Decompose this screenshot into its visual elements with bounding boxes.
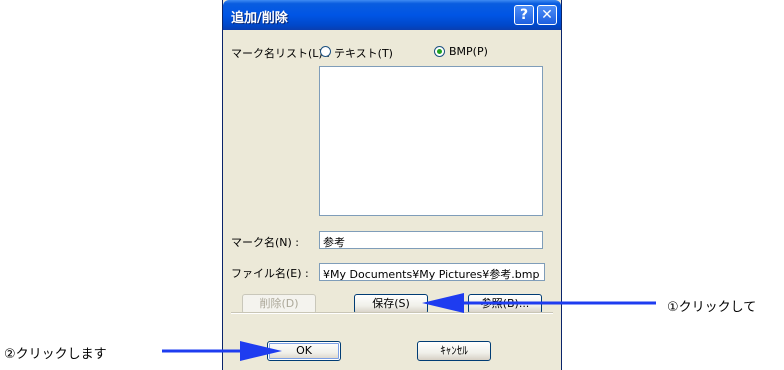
- arrow-to-save-icon: [422, 293, 656, 313]
- step1-annotation: ①クリックして: [667, 300, 757, 315]
- radio-bmp-selected-dot: [437, 49, 442, 54]
- file-name-label: ファイル名(E) :: [231, 267, 309, 280]
- radio-bmp-label[interactable]: BMP(P): [449, 45, 488, 58]
- radio-bmp[interactable]: [434, 46, 445, 57]
- file-name-field[interactable]: ¥My Documents¥My Pictures¥参考.bmp: [319, 263, 545, 281]
- arrow-to-ok-icon: [162, 341, 282, 361]
- mark-list-label: マーク名リスト(L) :: [231, 47, 330, 60]
- radio-text-label[interactable]: テキスト(T): [334, 45, 393, 61]
- radio-text[interactable]: [320, 46, 331, 57]
- help-button[interactable]: ?: [514, 5, 534, 25]
- close-button[interactable]: ✕: [537, 5, 557, 25]
- mark-name-label: マーク名(N) :: [231, 236, 300, 249]
- title-bar[interactable]: 追加/削除 ? ✕: [223, 0, 561, 30]
- mark-list-box[interactable]: [319, 66, 543, 216]
- step2-annotation: ②クリックします: [4, 347, 107, 362]
- delete-button[interactable]: 削除(D): [242, 294, 316, 314]
- dialog-title: 追加/削除: [231, 11, 288, 26]
- save-button[interactable]: 保存(S): [354, 294, 428, 314]
- mark-name-field[interactable]: 参考: [319, 231, 543, 249]
- cancel-button[interactable]: ｷｬﾝｾﾙ: [417, 341, 491, 361]
